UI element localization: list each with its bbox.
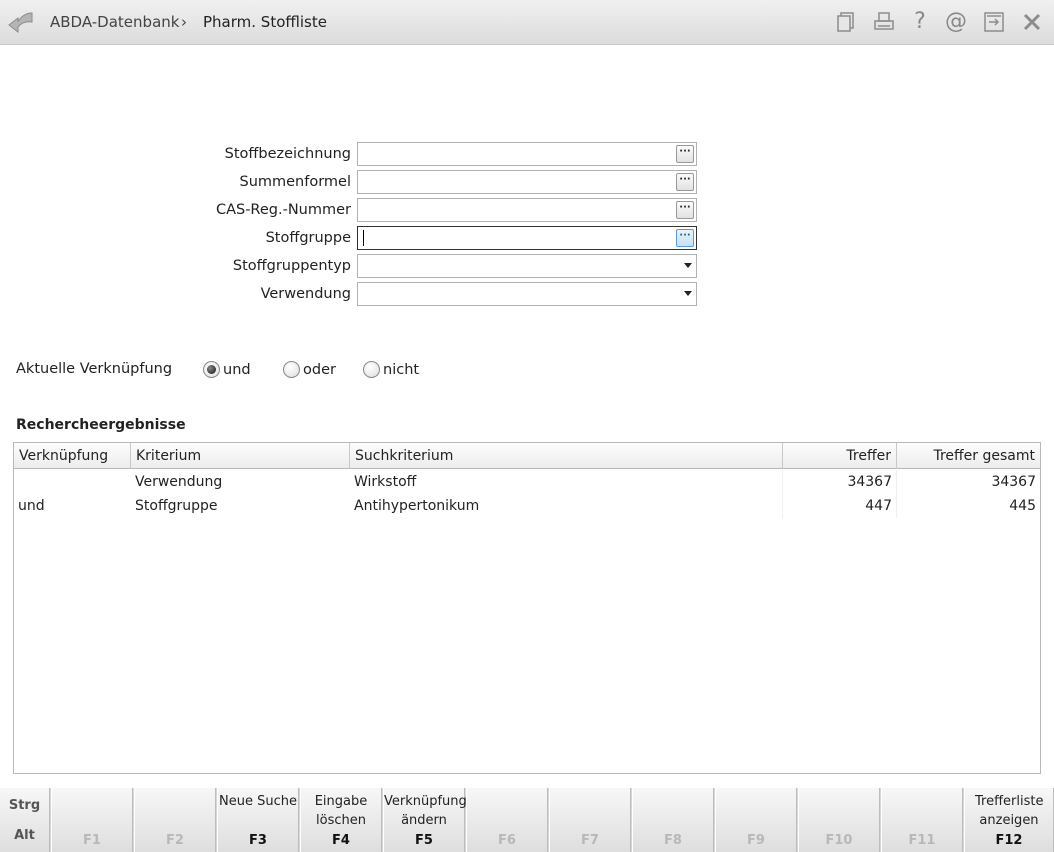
radio-nicht-label[interactable]: nicht (383, 362, 419, 378)
summenformel-label: Summenformel (239, 174, 351, 190)
summenformel-select-button[interactable]: ··· (676, 173, 694, 191)
verwendung-dropdown[interactable] (357, 282, 697, 306)
radio-und-label[interactable]: und (223, 362, 251, 378)
radio-und[interactable] (203, 361, 220, 378)
f12-key: F12 (995, 833, 1023, 848)
table-header: Verknüpfung Kriterium Suchkriterium Tref… (14, 443, 1040, 469)
stoffbezeichnung-select-button[interactable]: ··· (676, 145, 694, 163)
cell-treffer-gesamt: 445 (1009, 498, 1036, 514)
verknuepfung-label: Aktuelle Verknüpfung (16, 361, 173, 377)
column-header-treffer[interactable]: Treffer (783, 443, 897, 469)
f9-button[interactable]: F9 (715, 788, 797, 852)
column-header-verknuepfung[interactable]: Verknüpfung (14, 443, 131, 469)
f8-key: F8 (664, 833, 682, 848)
cell-suchkriterium: Antihypertonikum (350, 494, 783, 518)
verwendung-label: Verwendung (260, 286, 351, 302)
stoffgruppe-label: Stoffgruppe (265, 230, 351, 246)
help-icon[interactable]: ? (908, 10, 932, 34)
table-row[interactable]: und Stoffgruppe Antihypertonikum 447 445 (14, 494, 1040, 518)
stoffbezeichnung-field[interactable]: ··· (357, 142, 697, 166)
show-hitlist-button[interactable]: Trefferliste anzeigen F12 (964, 788, 1054, 852)
cell-verknuepfung (14, 470, 131, 494)
stoffgruppentyp-label: Stoffgruppentyp (232, 258, 351, 274)
function-key-bar: Strg Alt F1 F2 Neue Suche F3 Eingabe lös… (0, 788, 1054, 852)
breadcrumb-current: Pharm. Stoffliste (203, 13, 327, 31)
copy-icon[interactable] (834, 10, 858, 34)
f2-button[interactable]: F2 (134, 788, 216, 852)
column-header-kriterium[interactable]: Kriterium (131, 443, 350, 469)
f7-key: F7 (581, 833, 599, 848)
f5-label: Verknüpfung ändern (384, 794, 467, 828)
cell-treffer: 447 (783, 494, 897, 518)
cell-treffer-gesamt: 34367 (991, 474, 1036, 490)
f10-button[interactable]: F10 (798, 788, 880, 852)
f6-key: F6 (498, 833, 516, 848)
cell-verknuepfung: und (18, 498, 45, 514)
radio-oder[interactable] (283, 361, 300, 378)
cas-nummer-select-button[interactable]: ··· (676, 201, 694, 219)
text-caret (363, 230, 364, 246)
new-search-button[interactable]: Neue Suche F3 (217, 788, 299, 852)
results-table: Verknüpfung Kriterium Suchkriterium Tref… (13, 442, 1041, 774)
alt-label[interactable]: Alt (0, 828, 49, 843)
close-icon[interactable] (1020, 10, 1044, 34)
cell-suchkriterium: Wirkstoff (350, 470, 783, 494)
f2-key: F2 (166, 833, 184, 848)
column-header-suchkriterium[interactable]: Suchkriterium (350, 443, 783, 469)
stoffbezeichnung-label: Stoffbezeichnung (224, 146, 351, 162)
at-icon[interactable]: @ (944, 10, 968, 34)
f6-button[interactable]: F6 (466, 788, 548, 852)
radio-nicht[interactable] (363, 361, 380, 378)
cell-treffer: 34367 (783, 470, 897, 494)
change-link-button[interactable]: Verknüpfung ändern F5 (383, 788, 467, 852)
f10-key: F10 (825, 833, 853, 848)
print-icon[interactable] (872, 10, 896, 34)
chevron-down-icon[interactable] (684, 263, 692, 268)
modifier-toggle[interactable]: Strg Alt (0, 788, 50, 852)
export-icon[interactable] (982, 10, 1006, 34)
f1-key: F1 (83, 833, 101, 848)
f1-button[interactable]: F1 (51, 788, 133, 852)
f7-button[interactable]: F7 (549, 788, 631, 852)
cas-nummer-field[interactable]: ··· (357, 198, 697, 222)
f4-key: F4 (332, 833, 350, 848)
summenformel-field[interactable]: ··· (357, 170, 697, 194)
f12-label: Trefferliste anzeigen (975, 794, 1044, 828)
f5-key: F5 (415, 833, 433, 848)
f4-label: Eingabe löschen (314, 794, 368, 828)
cell-kriterium: Verwendung (135, 474, 223, 490)
f11-key: F11 (908, 833, 936, 848)
f9-key: F9 (747, 833, 765, 848)
column-header-treffer-gesamt[interactable]: Treffer gesamt (897, 443, 1040, 469)
table-row[interactable]: Verwendung Wirkstoff 34367 34367 (14, 470, 1040, 494)
stoffgruppentyp-dropdown[interactable] (357, 254, 697, 278)
cas-nummer-label: CAS-Reg.-Nummer (215, 202, 351, 218)
strg-label[interactable]: Strg (0, 798, 49, 813)
chevron-down-icon[interactable] (684, 291, 692, 296)
radio-oder-label[interactable]: oder (303, 362, 336, 378)
title-bar: ABDA-Datenbank › Pharm. Stoffliste ? @ (0, 0, 1054, 45)
clear-input-button[interactable]: Eingabe löschen F4 (300, 788, 382, 852)
f8-button[interactable]: F8 (632, 788, 714, 852)
f11-button[interactable]: F11 (881, 788, 963, 852)
f3-key: F3 (249, 833, 267, 848)
cell-kriterium: Stoffgruppe (135, 498, 218, 514)
back-arrow-icon[interactable] (6, 9, 36, 35)
stoffgruppe-select-button[interactable]: ··· (676, 229, 694, 247)
f3-label: Neue Suche (219, 794, 297, 809)
breadcrumb-abda[interactable]: ABDA-Datenbank (50, 13, 179, 31)
breadcrumb-separator: › (181, 13, 187, 31)
stoffgruppe-field[interactable]: ··· (357, 226, 697, 250)
results-title: Rechercheergebnisse (16, 417, 186, 433)
